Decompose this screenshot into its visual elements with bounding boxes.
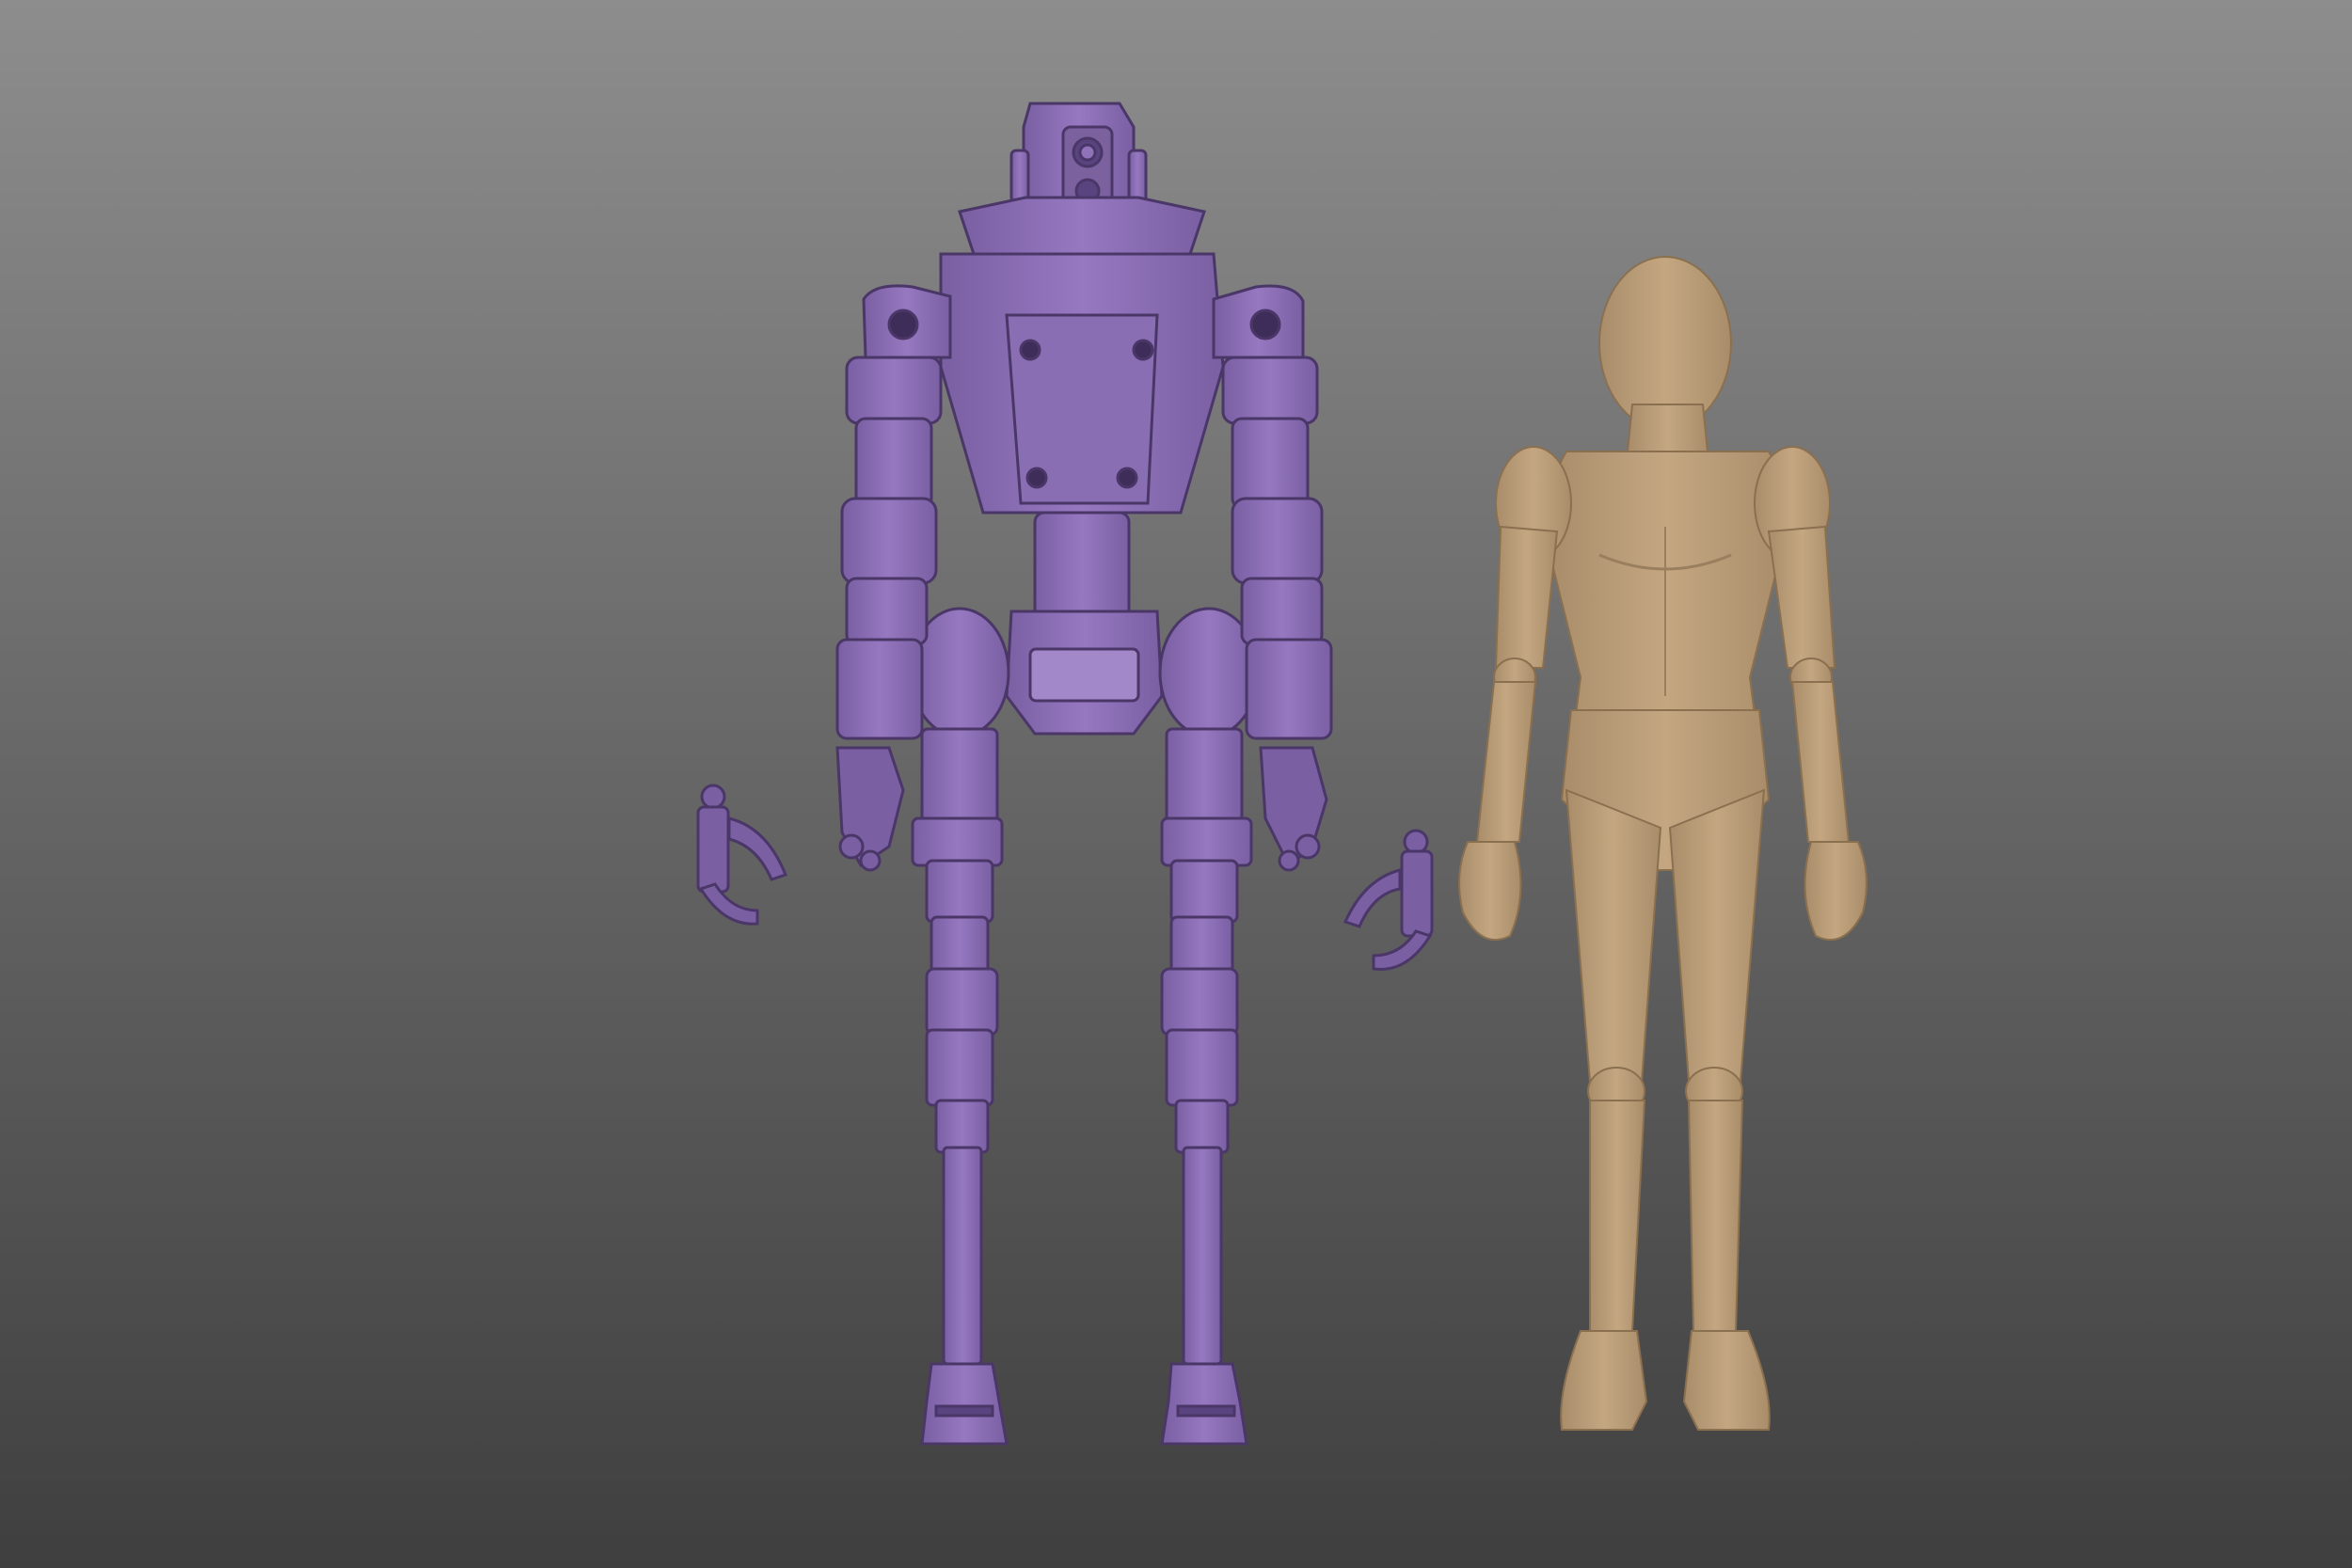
robot-collar — [958, 196, 1206, 256]
render-canvas — [0, 0, 2352, 1568]
render-viewport — [0, 0, 2352, 1568]
robot-foot-right — [1160, 1362, 1248, 1446]
robot-foot-left — [920, 1362, 1009, 1446]
mannequin-neck — [1626, 404, 1709, 452]
robot-spine — [1033, 511, 1131, 627]
mannequin-torso — [1549, 451, 1785, 716]
